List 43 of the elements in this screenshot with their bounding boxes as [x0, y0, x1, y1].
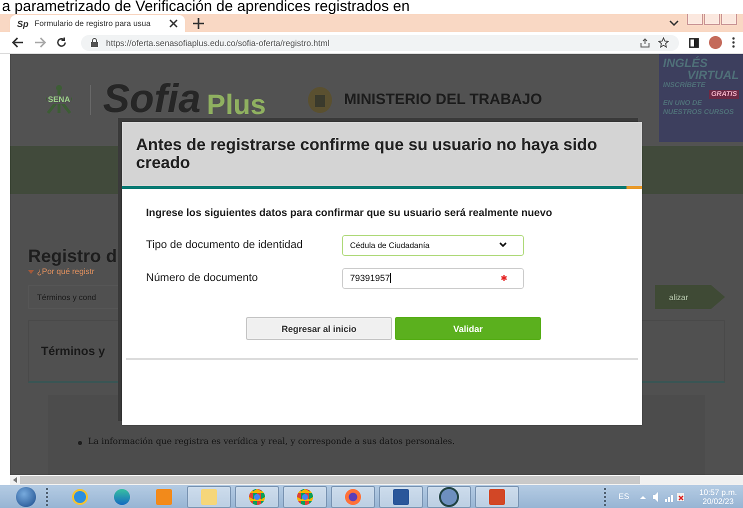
- taskbar-chrome-icon[interactable]: [283, 486, 327, 508]
- browser-tab[interactable]: Sp Formulario de registro para usua: [10, 15, 185, 32]
- modal-title: Antes de registrarse confirme que su usuario no haya sido creado: [136, 136, 598, 172]
- bullet-icon: [78, 441, 82, 445]
- taskbar-ppt-icon[interactable]: [475, 486, 519, 508]
- side-panel-icon[interactable]: [689, 38, 699, 48]
- scroll-left-icon[interactable]: [13, 477, 17, 483]
- favicon: Sp: [17, 18, 29, 28]
- address-bar[interactable]: https://oferta.senasofiaplus.edu.co/sofia-oferta/registro.html: [81, 34, 679, 50]
- menu-icon[interactable]: [732, 37, 735, 48]
- horizontal-scrollbar[interactable]: [10, 475, 743, 485]
- chevron-down-icon[interactable]: [669, 20, 679, 26]
- required-asterisk-icon: [501, 275, 507, 281]
- new-tab-icon[interactable]: [193, 18, 204, 28]
- close-icon[interactable]: [169, 19, 178, 28]
- finalize-step: alizar: [655, 285, 725, 309]
- taskbar-app-icon[interactable]: [427, 486, 471, 508]
- tab-title: Formulario de registro para usua: [34, 19, 152, 28]
- lock-icon: [91, 38, 98, 47]
- reload-icon[interactable]: [56, 37, 67, 48]
- logo-plus-text: Plus: [206, 88, 266, 121]
- caret-down-icon: [28, 270, 34, 274]
- field-label: Número de documento: [146, 272, 259, 284]
- sena-text: SENA: [46, 94, 72, 104]
- taskbar-chrome-icon[interactable]: [235, 486, 279, 508]
- star-icon[interactable]: [658, 37, 669, 48]
- caption-text: a parametrizado de Verificación de aprendices registrados en: [2, 0, 410, 14]
- tray-icons-drawing[interactable]: [639, 492, 686, 502]
- start-button[interactable]: [16, 486, 36, 506]
- why-link[interactable]: ¿Por qué registr: [37, 267, 94, 276]
- back-icon[interactable]: [12, 37, 24, 48]
- back-button[interactable]: Regresar al inicio: [246, 317, 392, 340]
- taskbar-firefox-icon[interactable]: [331, 486, 375, 508]
- url-text: https://oferta.senasofiaplus.edu.co/sofia-oferta/registro.html: [106, 38, 330, 48]
- terms-bullet: La información que registra es verídica y real, y corresponde a sus datos personales.: [88, 437, 455, 447]
- input-field[interactable]: 79391957: [342, 268, 524, 288]
- profile-avatar[interactable]: [709, 36, 722, 49]
- chevron-down-icon: [499, 242, 507, 248]
- taskbar-word-icon[interactable]: [379, 486, 423, 508]
- share-icon[interactable]: [640, 38, 650, 48]
- instruction-text: Ingrese los siguientes datos para confirmar que su usuario será realmente nuevo: [146, 207, 554, 219]
- document-type-select[interactable]: Cédula de Ciudadanía: [342, 234, 524, 256]
- field-label: Tipo de documento de identidad: [146, 239, 304, 251]
